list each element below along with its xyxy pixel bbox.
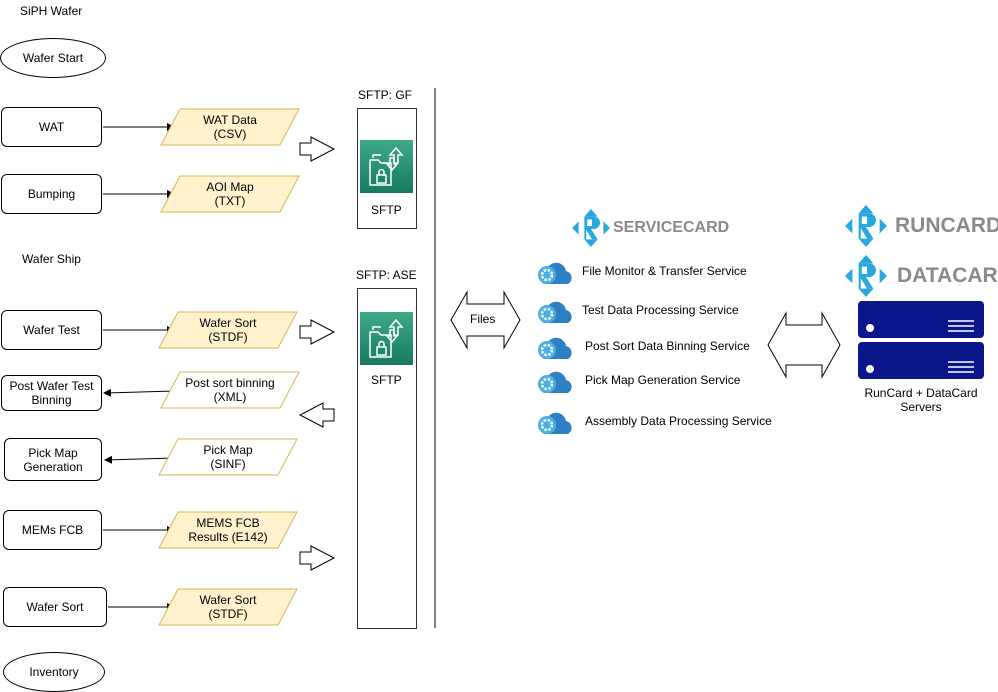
servicecard-logo-icon [572,209,610,247]
server-double-arrow [767,311,841,379]
sftp-icon [360,140,413,193]
file-format: (XML) [213,390,247,404]
servers-caption-line2: Servers [900,400,942,414]
file-format: (CSV) [213,127,247,141]
runcard-logo-icon [845,205,887,247]
cloud-gear-icon [538,301,572,323]
cloud-gear-icon [538,412,572,434]
file-label: WAT Data [203,113,257,127]
file-label: Post sort binning [185,376,275,390]
file-label: MEMS FCB [196,516,260,530]
servers-caption-line1: RunCard + DataCard [864,386,978,400]
service-test-data: Test Data Processing Service [536,298,776,324]
file-label: Wafer Sort [199,593,257,607]
servers-caption: RunCard + DataCard Servers [846,386,996,414]
file-post-sort-binning: Post sort binning (XML) [160,371,300,409]
file-label: AOI Map [206,180,254,194]
block-arrow-right [299,545,336,571]
file-format: Results (E142) [188,530,268,544]
file-format: (TXT) [214,194,246,208]
sftp-ase-label: SFTP [371,373,402,387]
file-wat-data: WAT Data (CSV) [160,108,300,146]
files-label: Files [470,312,496,326]
connectors [103,88,841,628]
datacard-logo-text: DATACARD [897,264,998,287]
sftp-gf-label: SFTP [371,203,402,217]
file-wafer-sort-stdf: Wafer Sort (STDF) [158,311,298,349]
service-label: Post Sort Data Binning Service [585,339,750,353]
block-arrow-right [299,136,336,162]
service-assembly-data: Assembly Data Processing Service [536,409,776,435]
service-file-monitor: File Monitor & Transfer Service [536,259,776,285]
service-label: Test Data Processing Service [582,303,739,317]
cloud-gear-icon [538,337,572,359]
file-aoi-map: AOI Map (TXT) [160,175,300,213]
file-mems-fcb: MEMS FCB Results (E142) [158,511,298,549]
server-icon [858,301,984,338]
service-label: Assembly Data Processing Service [585,414,772,428]
sftp-gf-header: SFTP: GF [358,88,412,102]
block-arrow-left [298,402,335,428]
file-label: Wafer Sort [199,316,257,330]
cloud-gear-icon [538,262,572,284]
runcard-logo-text: RUNCARD [895,214,998,237]
service-post-sort-binning: Post Sort Data Binning Service [536,334,776,360]
sftp-icon [360,312,413,365]
server-icon [858,342,984,379]
file-format: (STDF) [208,607,248,621]
file-format: (STDF) [208,330,248,344]
cloud-gear-icon [538,371,572,393]
service-label: Pick Map Generation Service [585,373,741,387]
file-format: (SINF) [210,457,246,471]
service-label: File Monitor & Transfer Service [582,264,747,278]
datacard-logo-icon [845,255,887,297]
block-arrow-right [299,319,336,345]
file-wafer-sort-stdf-2: Wafer Sort (STDF) [158,588,298,626]
sftp-ase-header: SFTP: ASE [356,268,417,282]
servicecard-logo-text: SERVICECARD [613,219,730,236]
service-pick-map: Pick Map Generation Service [536,368,776,394]
file-label: Pick Map [203,443,253,457]
file-pick-map: Pick Map (SINF) [158,438,298,476]
